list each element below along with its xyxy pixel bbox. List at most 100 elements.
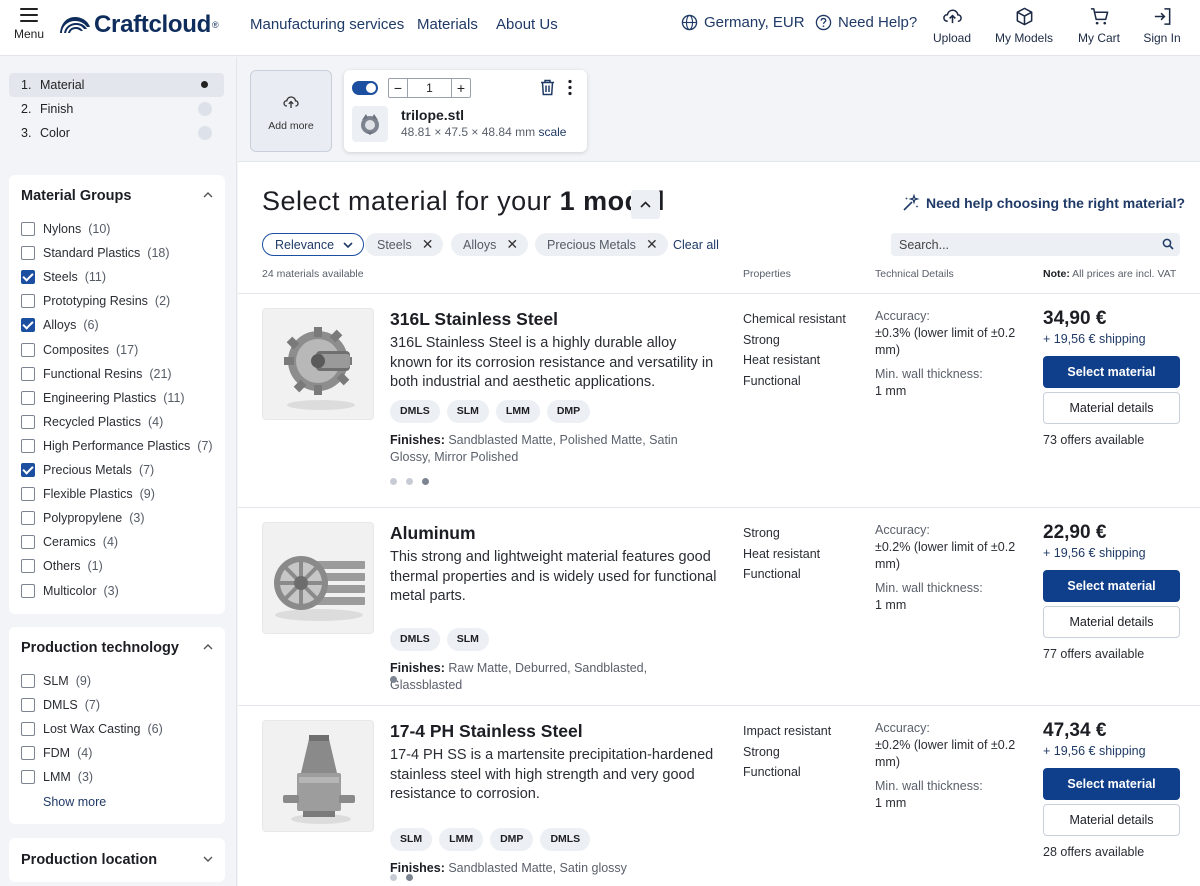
carousel-dot[interactable] <box>390 478 397 485</box>
upload-button[interactable]: Upload <box>930 6 974 45</box>
show-more-link[interactable]: Show more <box>43 795 106 809</box>
filter-option[interactable]: Engineering Plastics (11) <box>21 390 185 405</box>
increment-button[interactable]: + <box>452 79 470 97</box>
material-name[interactable]: 17-4 PH Stainless Steel <box>390 721 583 742</box>
filter-option[interactable]: LMM (3) <box>21 770 93 784</box>
carousel-dot[interactable] <box>390 676 397 683</box>
close-icon[interactable]: ✕ <box>506 236 518 253</box>
select-material-button[interactable]: Select material <box>1043 356 1180 388</box>
filter-option[interactable]: High Performance Plastics (7) <box>21 438 213 453</box>
filter-chip-alloys[interactable]: Alloys ✕ <box>451 233 529 256</box>
nav-manufacturing-services[interactable]: Manufacturing services <box>250 16 404 33</box>
checkbox[interactable] <box>21 414 35 429</box>
filter-option[interactable]: SLM (9) <box>21 674 91 688</box>
more-options-icon[interactable] <box>566 79 574 96</box>
filter-option[interactable]: FDM (4) <box>21 746 92 760</box>
checkbox[interactable] <box>21 463 35 477</box>
filter-option[interactable]: Flexible Plastics (9) <box>21 487 155 502</box>
checkbox[interactable] <box>21 770 35 784</box>
checkbox[interactable] <box>21 270 35 285</box>
filter-chip-steels[interactable]: Steels ✕ <box>365 233 444 256</box>
carousel-dot[interactable] <box>406 874 413 881</box>
checkbox[interactable] <box>21 698 35 712</box>
step-color[interactable]: 3. Color <box>9 121 224 145</box>
checkbox[interactable] <box>21 583 35 598</box>
chevron-up-icon[interactable] <box>203 190 213 200</box>
filter-option[interactable]: DMLS (7) <box>21 698 100 712</box>
checkbox[interactable] <box>21 294 35 309</box>
filter-option[interactable]: Standard Plastics (18) <box>21 246 170 261</box>
material-details-button[interactable]: Material details <box>1043 392 1180 424</box>
step-material[interactable]: 1. Material <box>9 73 224 97</box>
checkbox[interactable] <box>21 535 35 550</box>
region-selector[interactable]: Germany, EUR <box>681 14 805 31</box>
search-input[interactable] <box>891 233 1141 256</box>
material-details-button[interactable]: Material details <box>1043 606 1180 638</box>
filter-option[interactable]: Steels (11) <box>21 270 106 285</box>
checkbox[interactable] <box>21 438 35 453</box>
filter-option[interactable]: Ceramics (4) <box>21 535 118 550</box>
decrement-button[interactable]: − <box>389 79 407 97</box>
chevron-up-icon[interactable] <box>203 642 213 652</box>
filter-option[interactable]: Recycled Plastics (4) <box>21 414 163 429</box>
my-cart-button[interactable]: My Cart <box>1074 6 1124 45</box>
clear-all-link[interactable]: Clear all <box>673 238 719 252</box>
filter-option[interactable]: Others (1) <box>21 559 103 574</box>
sort-dropdown[interactable]: Relevance <box>262 233 365 256</box>
material-image[interactable] <box>262 720 374 832</box>
my-models-button[interactable]: My Models <box>993 6 1055 45</box>
filter-option[interactable]: Multicolor (3) <box>21 583 119 598</box>
material-details-button[interactable]: Material details <box>1043 804 1180 836</box>
model-toggle[interactable] <box>352 81 378 95</box>
add-more-button[interactable]: Add more <box>250 70 332 152</box>
filter-chip-precious-metals[interactable]: Precious Metals ✕ <box>535 233 668 256</box>
checkbox[interactable] <box>21 342 35 357</box>
checkbox[interactable] <box>21 511 35 526</box>
craftcloud-logo[interactable]: Craftcloud ® <box>60 10 219 40</box>
checkbox[interactable] <box>21 746 35 760</box>
sign-in-button[interactable]: Sign In <box>1141 6 1183 45</box>
nav-about-us[interactable]: About Us <box>496 16 558 33</box>
filter-option[interactable]: Alloys (6) <box>21 318 99 333</box>
carousel-dot[interactable] <box>390 874 397 881</box>
scale-link[interactable]: scale <box>538 125 566 139</box>
close-icon[interactable]: ✕ <box>422 236 434 253</box>
filter-option[interactable]: Composites (17) <box>21 342 138 357</box>
filter-option[interactable]: Precious Metals (7) <box>21 463 154 477</box>
checkbox[interactable] <box>21 390 35 405</box>
filter-option[interactable]: Prototyping Resins (2) <box>21 294 170 309</box>
help-choose-link[interactable]: Need help choosing the right material? <box>902 194 1185 212</box>
filter-option[interactable]: Functional Resins (21) <box>21 366 172 381</box>
select-material-button[interactable]: Select material <box>1043 570 1180 602</box>
carousel-dot[interactable] <box>406 478 413 485</box>
filter-option[interactable]: Lost Wax Casting (6) <box>21 722 163 736</box>
checkbox[interactable] <box>21 318 35 333</box>
select-material-button[interactable]: Select material <box>1043 768 1180 800</box>
search-icon[interactable] <box>1162 238 1174 250</box>
close-icon[interactable]: ✕ <box>646 236 658 253</box>
production-location-panel[interactable]: Production location <box>9 838 225 882</box>
material-name[interactable]: Aluminum <box>390 523 476 544</box>
quantity-value[interactable]: 1 <box>407 79 452 97</box>
nav-materials[interactable]: Materials <box>417 16 478 33</box>
material-name[interactable]: 316L Stainless Steel <box>390 309 558 330</box>
menu-button[interactable]: Menu <box>12 6 46 41</box>
quantity-stepper[interactable]: − 1 + <box>388 78 471 98</box>
checkbox[interactable] <box>21 366 35 381</box>
filter-option[interactable]: Polypropylene (3) <box>21 511 145 526</box>
checkbox[interactable] <box>21 559 35 574</box>
material-image[interactable] <box>262 308 374 420</box>
checkbox[interactable] <box>21 487 35 502</box>
need-help-link[interactable]: Need Help? <box>815 14 917 31</box>
material-image[interactable] <box>262 522 374 634</box>
trash-icon[interactable] <box>540 79 555 96</box>
checkbox[interactable] <box>21 222 35 236</box>
chevron-down-icon[interactable] <box>203 854 213 864</box>
carousel-dot[interactable] <box>422 478 429 485</box>
filter-option[interactable]: Nylons (10) <box>21 222 110 236</box>
checkbox[interactable] <box>21 246 35 261</box>
checkbox[interactable] <box>21 722 35 736</box>
step-finish[interactable]: 2. Finish <box>9 97 224 121</box>
collapse-button[interactable] <box>631 190 660 219</box>
checkbox[interactable] <box>21 674 35 688</box>
